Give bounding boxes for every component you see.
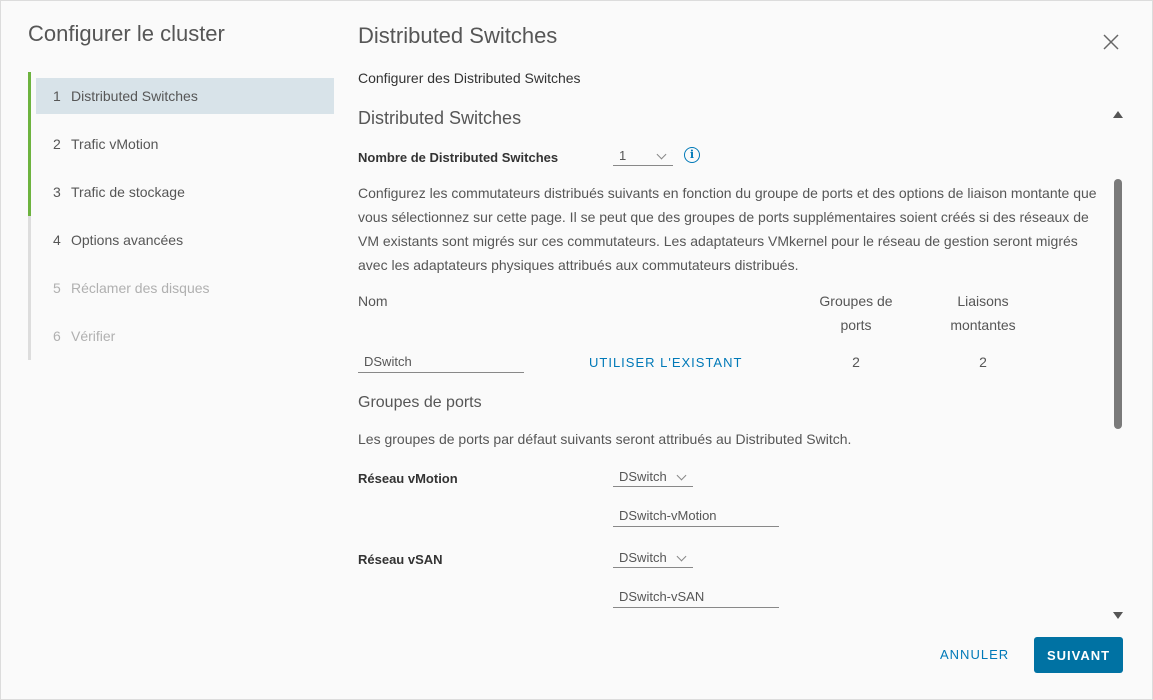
vmotion-switch-value: DSwitch xyxy=(619,469,667,484)
switch-count-select[interactable]: 1 xyxy=(613,146,673,166)
vmotion-portgroup-input[interactable]: DSwitch-vMotion xyxy=(613,505,779,527)
use-existing-button[interactable]: UTILISER L'EXISTANT xyxy=(589,355,742,370)
chevron-down-icon xyxy=(676,470,687,481)
scroll-down-icon[interactable] xyxy=(1113,612,1123,619)
step-number: 6 xyxy=(53,328,61,344)
column-header-name: Nom xyxy=(358,293,388,309)
step-number: 4 xyxy=(53,232,61,248)
sidebar-title: Configurer le cluster xyxy=(28,21,225,46)
next-button[interactable]: SUIVANT xyxy=(1034,637,1123,673)
step-number: 2 xyxy=(53,136,61,152)
scrollbar-thumb[interactable] xyxy=(1114,179,1122,429)
wizard-main: Distributed Switches Configurer des Dist… xyxy=(358,1,1148,699)
step-storage-traffic[interactable]: 3 Trafic de stockage xyxy=(28,168,334,216)
step-label: Distributed Switches xyxy=(71,88,198,104)
portgroups-count: 2 xyxy=(852,354,860,370)
step-review: 6 Vérifier xyxy=(28,312,334,360)
step-number: 3 xyxy=(53,184,61,200)
close-icon[interactable] xyxy=(1101,32,1121,52)
chevron-down-icon xyxy=(656,149,667,160)
wizard-steps: 1 Distributed Switches 2 Trafic vMotion … xyxy=(28,72,334,360)
vsan-network-label: Réseau vSAN xyxy=(358,552,443,567)
step-label: Vérifier xyxy=(71,328,116,344)
switches-description: Configurez les commutateurs distribués s… xyxy=(358,185,1097,273)
switch-count-label: Nombre de Distributed Switches xyxy=(358,150,559,165)
step-number: 1 xyxy=(53,88,61,104)
step-label: Réclamer des disques xyxy=(71,280,210,296)
content-scrollbar[interactable] xyxy=(1112,109,1124,619)
step-label: Trafic de stockage xyxy=(71,184,185,200)
step-label: Trafic vMotion xyxy=(71,136,159,152)
scroll-up-icon[interactable] xyxy=(1113,111,1123,118)
page-title: Distributed Switches xyxy=(358,23,558,48)
vsan-switch-value: DSwitch xyxy=(619,550,667,565)
cancel-button[interactable]: ANNULER xyxy=(940,647,1009,662)
vmotion-switch-select[interactable]: DSwitch xyxy=(613,467,693,487)
uplinks-count: 2 xyxy=(979,354,987,370)
step-number: 5 xyxy=(53,280,61,296)
content-scroll-area: Distributed Switches Nombre de Distribut… xyxy=(358,101,1118,621)
switch-name-input[interactable]: DSwitch xyxy=(358,351,524,373)
page-subtitle: Configurer des Distributed Switches xyxy=(358,70,581,86)
step-claim-disks: 5 Réclamer des disques xyxy=(28,264,334,312)
portgroups-description: Les groupes de ports par défaut suivants… xyxy=(358,431,852,447)
chevron-down-icon xyxy=(676,551,687,562)
vsan-portgroup-input[interactable]: DSwitch-vSAN xyxy=(613,586,779,608)
section-title-portgroups: Groupes de ports xyxy=(358,394,482,411)
column-header-portgroups: Groupes de ports xyxy=(819,293,893,333)
vsan-switch-select[interactable]: DSwitch xyxy=(613,548,693,568)
configure-cluster-dialog: Configurer le cluster 1 Distributed Swit… xyxy=(0,0,1153,700)
switch-count-value: 1 xyxy=(619,148,627,163)
step-label: Options avancées xyxy=(71,232,184,248)
column-header-uplinks: Liaisons montantes xyxy=(950,293,1016,333)
step-advanced-options[interactable]: 4 Options avancées xyxy=(28,216,334,264)
step-vmotion-traffic[interactable]: 2 Trafic vMotion xyxy=(28,120,334,168)
info-icon[interactable]: i xyxy=(684,147,700,163)
section-title-switches: Distributed Switches xyxy=(358,108,522,128)
vmotion-network-label: Réseau vMotion xyxy=(358,471,458,486)
wizard-sidebar: Configurer le cluster 1 Distributed Swit… xyxy=(1,1,341,699)
step-distributed-switches[interactable]: 1 Distributed Switches xyxy=(28,72,334,120)
